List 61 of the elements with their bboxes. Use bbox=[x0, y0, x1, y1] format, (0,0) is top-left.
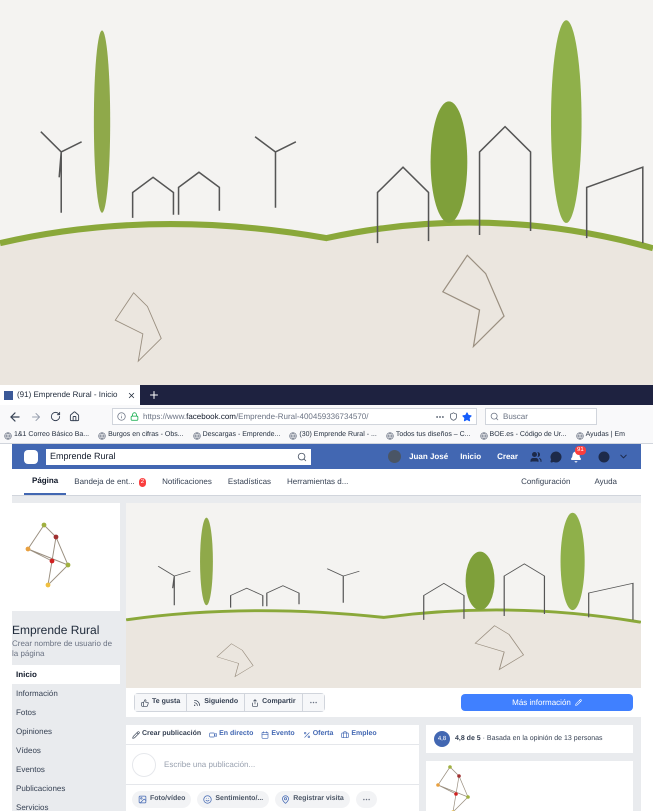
composer-icon bbox=[209, 730, 218, 738]
sidebar-item[interactable]: Fotos bbox=[12, 703, 120, 722]
action-icon bbox=[193, 698, 202, 706]
address-bar[interactable]: https://www.facebook.com/Emprende-Rural-400459336734570/ bbox=[112, 408, 477, 425]
option-icon bbox=[203, 795, 212, 804]
page-menu-link[interactable]: Ayuda bbox=[582, 469, 629, 495]
search-placeholder: Buscar bbox=[503, 410, 528, 422]
bookmark-icon bbox=[480, 432, 488, 440]
close-icon[interactable] bbox=[127, 390, 136, 400]
back-icon[interactable] bbox=[8, 410, 22, 424]
nav-link[interactable]: Inicio bbox=[456, 450, 486, 462]
page-name: Emprende Rural bbox=[12, 622, 100, 639]
page-avatar bbox=[132, 752, 156, 776]
post-input[interactable]: Escribe una publicación... bbox=[164, 758, 413, 770]
bookmark-star-icon[interactable] bbox=[462, 412, 472, 422]
composer-icon bbox=[132, 730, 140, 738]
info-icon bbox=[117, 412, 126, 421]
bookmark-icon bbox=[289, 432, 298, 440]
username-link[interactable]: Crear nombre de usuario de la página bbox=[12, 639, 120, 659]
composer-icon bbox=[261, 730, 270, 738]
lock-icon bbox=[130, 412, 139, 421]
tab-title: (91) Emprende Rural - Inicio bbox=[17, 389, 118, 401]
bookmark-icon bbox=[386, 432, 394, 440]
sidebar-item[interactable]: Servicios bbox=[12, 798, 120, 811]
composer-icon bbox=[302, 730, 311, 738]
bookmark-icon bbox=[576, 432, 584, 440]
bookmark-icon bbox=[98, 432, 106, 440]
friends-icon[interactable] bbox=[530, 450, 542, 462]
reload-icon[interactable] bbox=[50, 411, 61, 422]
search-icon bbox=[490, 412, 499, 421]
option-icon bbox=[138, 795, 147, 804]
nav-link[interactable]: Crear bbox=[493, 450, 522, 462]
search-value: Emprende Rural bbox=[50, 450, 117, 463]
home-icon[interactable] bbox=[69, 411, 80, 422]
action-icon bbox=[251, 698, 260, 706]
bookmark-icon bbox=[192, 432, 201, 440]
search-icon[interactable] bbox=[297, 452, 307, 462]
sidebar-item[interactable]: Inicio bbox=[12, 665, 120, 684]
facebook-search-field[interactable]: Emprende Rural bbox=[46, 448, 311, 464]
page-tab[interactable]: Estadísticas bbox=[220, 469, 280, 495]
action-icon bbox=[141, 698, 149, 706]
user-name-link[interactable]: Juan José bbox=[409, 450, 448, 462]
page-tab[interactable]: Herramientas d... bbox=[279, 469, 356, 495]
url-text: https://www.facebook.com/Emprende-Rural-400459336734570/ bbox=[143, 410, 370, 422]
page-tab[interactable]: Notificaciones bbox=[154, 469, 220, 495]
browser-tab[interactable]: (91) Emprende Rural - Inicio bbox=[0, 385, 140, 405]
new-tab-icon[interactable] bbox=[148, 389, 160, 401]
messenger-icon[interactable] bbox=[550, 450, 562, 462]
page-menu-link[interactable]: Configuración bbox=[509, 469, 582, 495]
composer-icon bbox=[341, 730, 350, 738]
more-info-button[interactable]: Más información bbox=[461, 694, 633, 711]
browser-search-field[interactable]: Buscar bbox=[485, 408, 597, 425]
sidebar-item[interactable]: Eventos bbox=[12, 760, 120, 779]
sidebar-item[interactable]: Publicaciones bbox=[12, 779, 120, 798]
bookmark-icon bbox=[4, 432, 12, 440]
pencil-icon bbox=[574, 699, 582, 706]
sidebar-item[interactable]: Opiniones bbox=[12, 722, 120, 741]
sidebar-item[interactable]: Vídeos bbox=[12, 741, 120, 760]
sidebar-item[interactable]: Información bbox=[12, 684, 120, 703]
page-tab[interactable]: Página bbox=[24, 469, 66, 495]
option-icon bbox=[281, 795, 290, 804]
